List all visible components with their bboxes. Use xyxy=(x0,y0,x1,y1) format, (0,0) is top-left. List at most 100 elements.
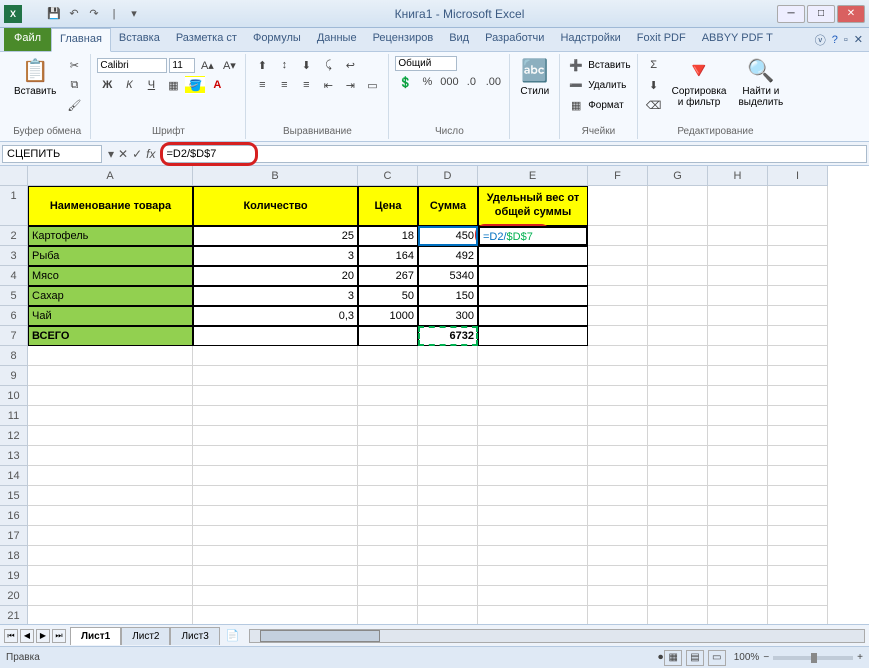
dropdown-icon[interactable]: ▾ xyxy=(108,147,114,161)
cell-data[interactable]: Мясо xyxy=(28,266,193,286)
cell[interactable] xyxy=(768,426,828,446)
row-header-1[interactable]: 1 xyxy=(0,186,28,226)
cell[interactable] xyxy=(28,466,193,486)
row-header-18[interactable]: 18 xyxy=(0,546,28,566)
cell[interactable] xyxy=(358,606,418,624)
cell[interactable] xyxy=(648,446,708,466)
cell[interactable] xyxy=(478,486,588,506)
shrink-font-icon[interactable]: A▾ xyxy=(219,56,239,74)
cell[interactable] xyxy=(193,426,358,446)
view-break-icon[interactable]: ▭ xyxy=(708,650,726,666)
cell[interactable] xyxy=(28,546,193,566)
cell-data[interactable] xyxy=(193,326,358,346)
col-header-I[interactable]: I xyxy=(768,166,828,186)
cell[interactable] xyxy=(588,286,648,306)
cell[interactable] xyxy=(193,366,358,386)
cell[interactable] xyxy=(418,506,478,526)
cell[interactable] xyxy=(358,366,418,386)
font-size-input[interactable] xyxy=(169,58,195,73)
cell[interactable] xyxy=(648,266,708,286)
accept-formula-icon[interactable]: ✓ xyxy=(132,147,142,161)
tab-formulas[interactable]: Формулы xyxy=(245,28,309,51)
cell[interactable] xyxy=(648,366,708,386)
cell-data[interactable]: 25 xyxy=(193,226,358,246)
cell[interactable] xyxy=(768,606,828,624)
cell[interactable] xyxy=(768,346,828,366)
help-icon[interactable]: ? xyxy=(832,34,838,46)
cell[interactable] xyxy=(588,506,648,526)
cell-data[interactable]: 300 xyxy=(418,306,478,326)
select-all-corner[interactable] xyxy=(0,166,28,186)
cell[interactable] xyxy=(358,526,418,546)
align-mid-icon[interactable]: ↕ xyxy=(274,56,294,74)
row-header-15[interactable]: 15 xyxy=(0,486,28,506)
undo-icon[interactable]: ↶ xyxy=(66,6,82,22)
cell[interactable] xyxy=(418,426,478,446)
cell[interactable] xyxy=(768,566,828,586)
row-header-3[interactable]: 3 xyxy=(0,246,28,266)
align-center-icon[interactable]: ≡ xyxy=(274,76,294,94)
bold-icon[interactable]: Ж xyxy=(97,76,117,94)
cell-data[interactable] xyxy=(478,246,588,266)
cell[interactable] xyxy=(708,466,768,486)
cell[interactable] xyxy=(193,546,358,566)
col-header-G[interactable]: G xyxy=(648,166,708,186)
cell[interactable] xyxy=(28,366,193,386)
col-header-H[interactable]: H xyxy=(708,166,768,186)
cell-data[interactable]: Сахар xyxy=(28,286,193,306)
delete-label[interactable]: Удалить xyxy=(588,80,626,91)
cell[interactable] xyxy=(193,606,358,624)
cell-data[interactable]: 3 xyxy=(193,246,358,266)
tab-developer[interactable]: Разработчи xyxy=(477,28,552,51)
cell[interactable] xyxy=(708,266,768,286)
row-header-11[interactable]: 11 xyxy=(0,406,28,426)
cell[interactable] xyxy=(768,186,828,226)
cell[interactable] xyxy=(358,506,418,526)
cell[interactable] xyxy=(588,226,648,246)
cell-data[interactable] xyxy=(478,266,588,286)
cell[interactable] xyxy=(358,346,418,366)
doc-restore-icon[interactable]: ▫ xyxy=(844,34,848,46)
cell[interactable] xyxy=(708,446,768,466)
cell[interactable] xyxy=(418,366,478,386)
col-header-C[interactable]: C xyxy=(358,166,418,186)
cell[interactable] xyxy=(708,606,768,624)
tab-insert[interactable]: Вставка xyxy=(111,28,168,51)
col-header-E[interactable]: E xyxy=(478,166,588,186)
cell-data[interactable]: Рыба xyxy=(28,246,193,266)
zoom-out-icon[interactable]: − xyxy=(763,652,769,663)
cell[interactable] xyxy=(768,526,828,546)
cell[interactable] xyxy=(588,566,648,586)
cell-data[interactable]: Чай xyxy=(28,306,193,326)
inc-dec-icon[interactable]: .0 xyxy=(461,73,481,91)
cell[interactable] xyxy=(588,546,648,566)
maximize-button[interactable]: □ xyxy=(807,5,835,23)
cell[interactable] xyxy=(358,406,418,426)
cell[interactable] xyxy=(648,546,708,566)
find-button[interactable]: 🔍 Найти и выделить xyxy=(734,56,787,110)
zoom-level[interactable]: 100% xyxy=(734,652,760,663)
name-box[interactable] xyxy=(2,145,102,163)
cell[interactable] xyxy=(708,406,768,426)
row-header-5[interactable]: 5 xyxy=(0,286,28,306)
align-left-icon[interactable]: ≡ xyxy=(252,76,272,94)
cell-data[interactable]: 5340 xyxy=(418,266,478,286)
cell[interactable] xyxy=(708,386,768,406)
cell[interactable] xyxy=(28,526,193,546)
row-header-9[interactable]: 9 xyxy=(0,366,28,386)
cell[interactable] xyxy=(28,566,193,586)
cell[interactable] xyxy=(768,306,828,326)
cell[interactable] xyxy=(358,426,418,446)
cell[interactable] xyxy=(648,306,708,326)
cell[interactable] xyxy=(418,546,478,566)
cells-area[interactable]: Наименование товараКоличествоЦенаСуммаУд… xyxy=(28,186,828,624)
cell[interactable] xyxy=(588,246,648,266)
cell[interactable] xyxy=(193,586,358,606)
sheet-tab-1[interactable]: Лист1 xyxy=(70,627,121,645)
cell[interactable] xyxy=(708,366,768,386)
cell[interactable] xyxy=(648,226,708,246)
insert-icon[interactable]: ➕ xyxy=(566,56,586,74)
cell[interactable] xyxy=(648,586,708,606)
col-header-B[interactable]: B xyxy=(193,166,358,186)
close-button[interactable]: ✕ xyxy=(837,5,865,23)
